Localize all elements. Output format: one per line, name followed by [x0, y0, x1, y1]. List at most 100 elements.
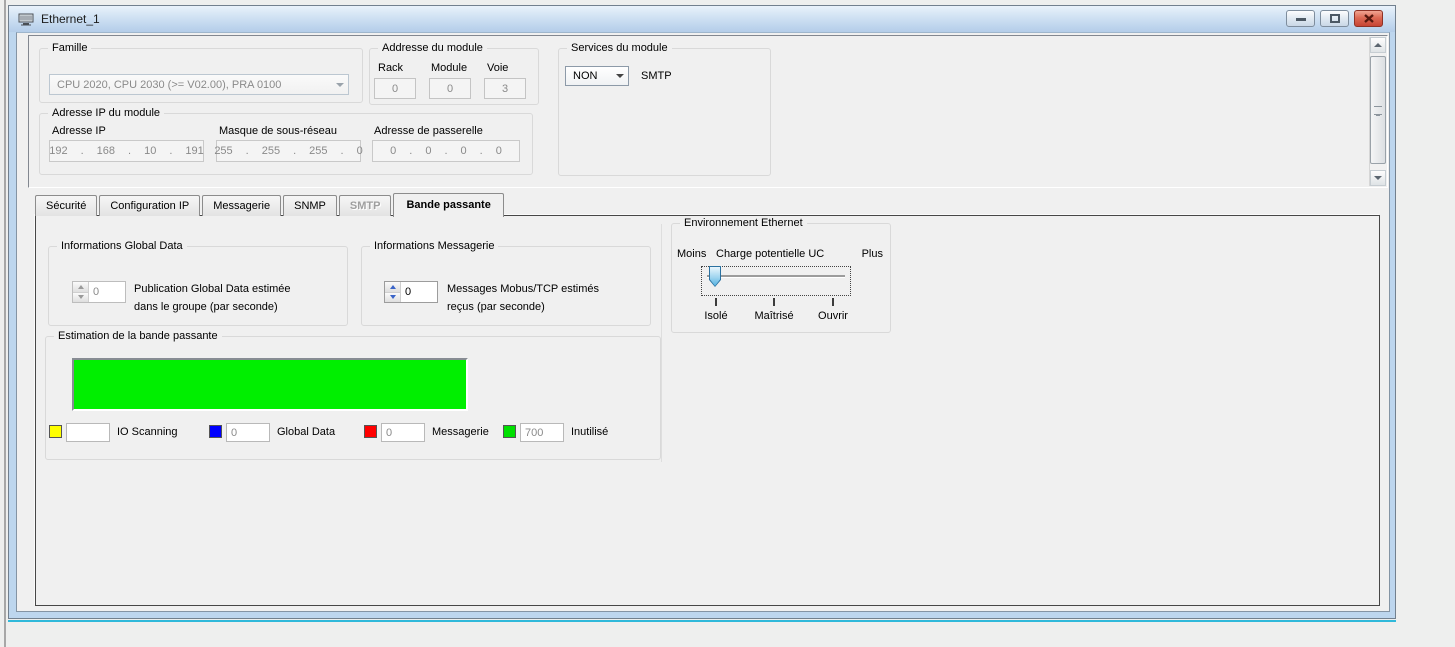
octet: 192: [49, 145, 67, 157]
scrollbar-thumb[interactable]: [1370, 56, 1386, 164]
family-group-label: Famille: [48, 42, 91, 54]
ip-address-groupbox: Adresse IP du module Adresse IP Masque d…: [39, 113, 533, 175]
octet: 255: [214, 145, 232, 157]
global-data-label: Global Data: [277, 426, 335, 438]
octet: 0: [357, 145, 363, 157]
gateway-field[interactable]: 0.0.0.0: [372, 140, 520, 162]
subnet-mask-field[interactable]: 255.255.255.0: [216, 140, 361, 162]
dot: .: [128, 145, 131, 157]
tick-label-maitrise: Maîtrisé: [754, 310, 793, 322]
spin-down-button[interactable]: [385, 293, 400, 303]
bandwidth-estimation-groupbox: Estimation de la bande passante IO Scann…: [45, 336, 661, 460]
description-line: reçus (par seconde): [447, 298, 599, 316]
tab-snmp[interactable]: SNMP: [283, 195, 337, 216]
global-data-spinner[interactable]: 0: [72, 281, 126, 303]
module-label: Module: [431, 62, 467, 74]
tab-securite[interactable]: Sécurité: [35, 195, 97, 216]
octet: 0: [496, 145, 502, 157]
module-address-group-label: Addresse du module: [378, 42, 487, 54]
rack-field[interactable]: 0: [374, 78, 416, 99]
inutilise-swatch: [503, 425, 516, 438]
tab-messagerie[interactable]: Messagerie: [202, 195, 281, 216]
tab-bande-passante[interactable]: Bande passante: [393, 193, 503, 217]
octet: 0: [425, 145, 431, 157]
spinner-arrows[interactable]: [385, 282, 401, 302]
family-groupbox: Famille CPU 2020, CPU 2030 (>= V02.00), …: [39, 48, 363, 103]
ip-address-label: Adresse IP: [52, 125, 106, 137]
dropdown-arrow-icon: [611, 67, 628, 85]
slider-tick: [832, 298, 834, 306]
voie-label: Voie: [487, 62, 508, 74]
minimize-button[interactable]: [1286, 10, 1315, 27]
slider-tick: [715, 298, 717, 306]
messagerie-value-field[interactable]: 0: [381, 423, 425, 442]
description-line: Messages Mobus/TCP estimés: [447, 280, 599, 298]
smtp-service-dropdown[interactable]: NON: [565, 66, 629, 86]
global-data-description: Publication Global Data estimée dans le …: [134, 280, 291, 316]
spin-up-button[interactable]: [385, 282, 400, 293]
bandwidth-bar-frame: [72, 358, 468, 411]
ethernet-environment-group-label: Environnement Ethernet: [680, 217, 807, 229]
octet: 255: [309, 145, 327, 157]
slider-title-label: Charge potentielle UC: [716, 248, 824, 260]
slider-less-label: Moins: [677, 248, 706, 260]
dot: .: [444, 145, 447, 157]
arrow-down-icon: [1374, 176, 1382, 180]
dot: .: [293, 145, 296, 157]
arrow-up-icon: [390, 285, 396, 289]
spin-up-button[interactable]: [73, 282, 88, 293]
octet: 0: [461, 145, 467, 157]
io-scanning-value-field[interactable]: [66, 423, 110, 442]
description-line: dans le groupe (par seconde): [134, 298, 291, 316]
spinner-arrows[interactable]: [73, 282, 89, 302]
family-dropdown[interactable]: CPU 2020, CPU 2030 (>= V02.00), PRA 0100: [49, 74, 349, 95]
minimize-icon: [1296, 16, 1306, 22]
module-address-groupbox: Addresse du module Rack Module Voie 0 0 …: [369, 48, 539, 105]
dropdown-arrow-icon: [331, 75, 348, 94]
legend-inutilise: 700 Inutilisé: [503, 423, 653, 443]
ethernet-config-window: Ethernet_1 Famille CPU 2020, CPU 2030 (>…: [8, 5, 1396, 619]
ip-address-group-label: Adresse IP du module: [48, 107, 164, 119]
dot: .: [246, 145, 249, 157]
scroll-up-button[interactable]: [1370, 37, 1386, 53]
messaging-spinner-value[interactable]: 0: [401, 282, 437, 302]
arrow-up-icon: [78, 285, 84, 289]
messaging-spinner[interactable]: 0: [384, 281, 438, 303]
messaging-groupbox: Informations Messagerie 0 Messages Mobus…: [361, 246, 651, 326]
voie-field[interactable]: 3: [484, 78, 526, 99]
vertical-scrollbar[interactable]: [1369, 37, 1386, 186]
workspace-divider: [4, 0, 6, 647]
global-data-group-label: Informations Global Data: [57, 240, 187, 252]
scroll-down-button[interactable]: [1370, 170, 1386, 186]
inutilise-value-field[interactable]: 700: [520, 423, 564, 442]
dot: .: [169, 145, 172, 157]
io-scanning-label: IO Scanning: [117, 426, 178, 438]
octet: 255: [262, 145, 280, 157]
gateway-label: Adresse de passerelle: [374, 125, 483, 137]
cpu-load-slider-track[interactable]: [707, 275, 845, 277]
tab-strip: Sécurité Configuration IP Messagerie SNM…: [35, 192, 506, 216]
dot: .: [81, 145, 84, 157]
module-field[interactable]: 0: [429, 78, 471, 99]
global-data-spinner-value[interactable]: 0: [89, 282, 125, 302]
title-bar[interactable]: Ethernet_1: [9, 6, 1395, 32]
close-button[interactable]: [1354, 10, 1383, 27]
subnet-mask-label: Masque de sous-réseau: [219, 125, 337, 137]
tab-configuration-ip[interactable]: Configuration IP: [99, 195, 200, 216]
smtp-service-label: SMTP: [641, 70, 672, 82]
description-line: Publication Global Data estimée: [134, 280, 291, 298]
arrow-up-icon: [1374, 43, 1382, 47]
dot: .: [409, 145, 412, 157]
octet: 168: [97, 145, 115, 157]
ip-address-field[interactable]: 192.168.10.191: [49, 140, 204, 162]
bandwidth-estimation-group-label: Estimation de la bande passante: [54, 330, 222, 342]
global-data-groupbox: Informations Global Data 0 Publication G…: [48, 246, 348, 326]
slider-tick: [773, 298, 775, 306]
messaging-group-label: Informations Messagerie: [370, 240, 498, 252]
legend-messagerie: 0 Messagerie: [364, 423, 504, 443]
window-client-area: Famille CPU 2020, CPU 2030 (>= V02.00), …: [16, 32, 1390, 612]
global-data-value-field[interactable]: 0: [226, 423, 270, 442]
restore-button[interactable]: [1320, 10, 1349, 27]
bandwidth-tab-page: Informations Global Data 0 Publication G…: [35, 215, 1380, 606]
spin-down-button[interactable]: [73, 293, 88, 303]
